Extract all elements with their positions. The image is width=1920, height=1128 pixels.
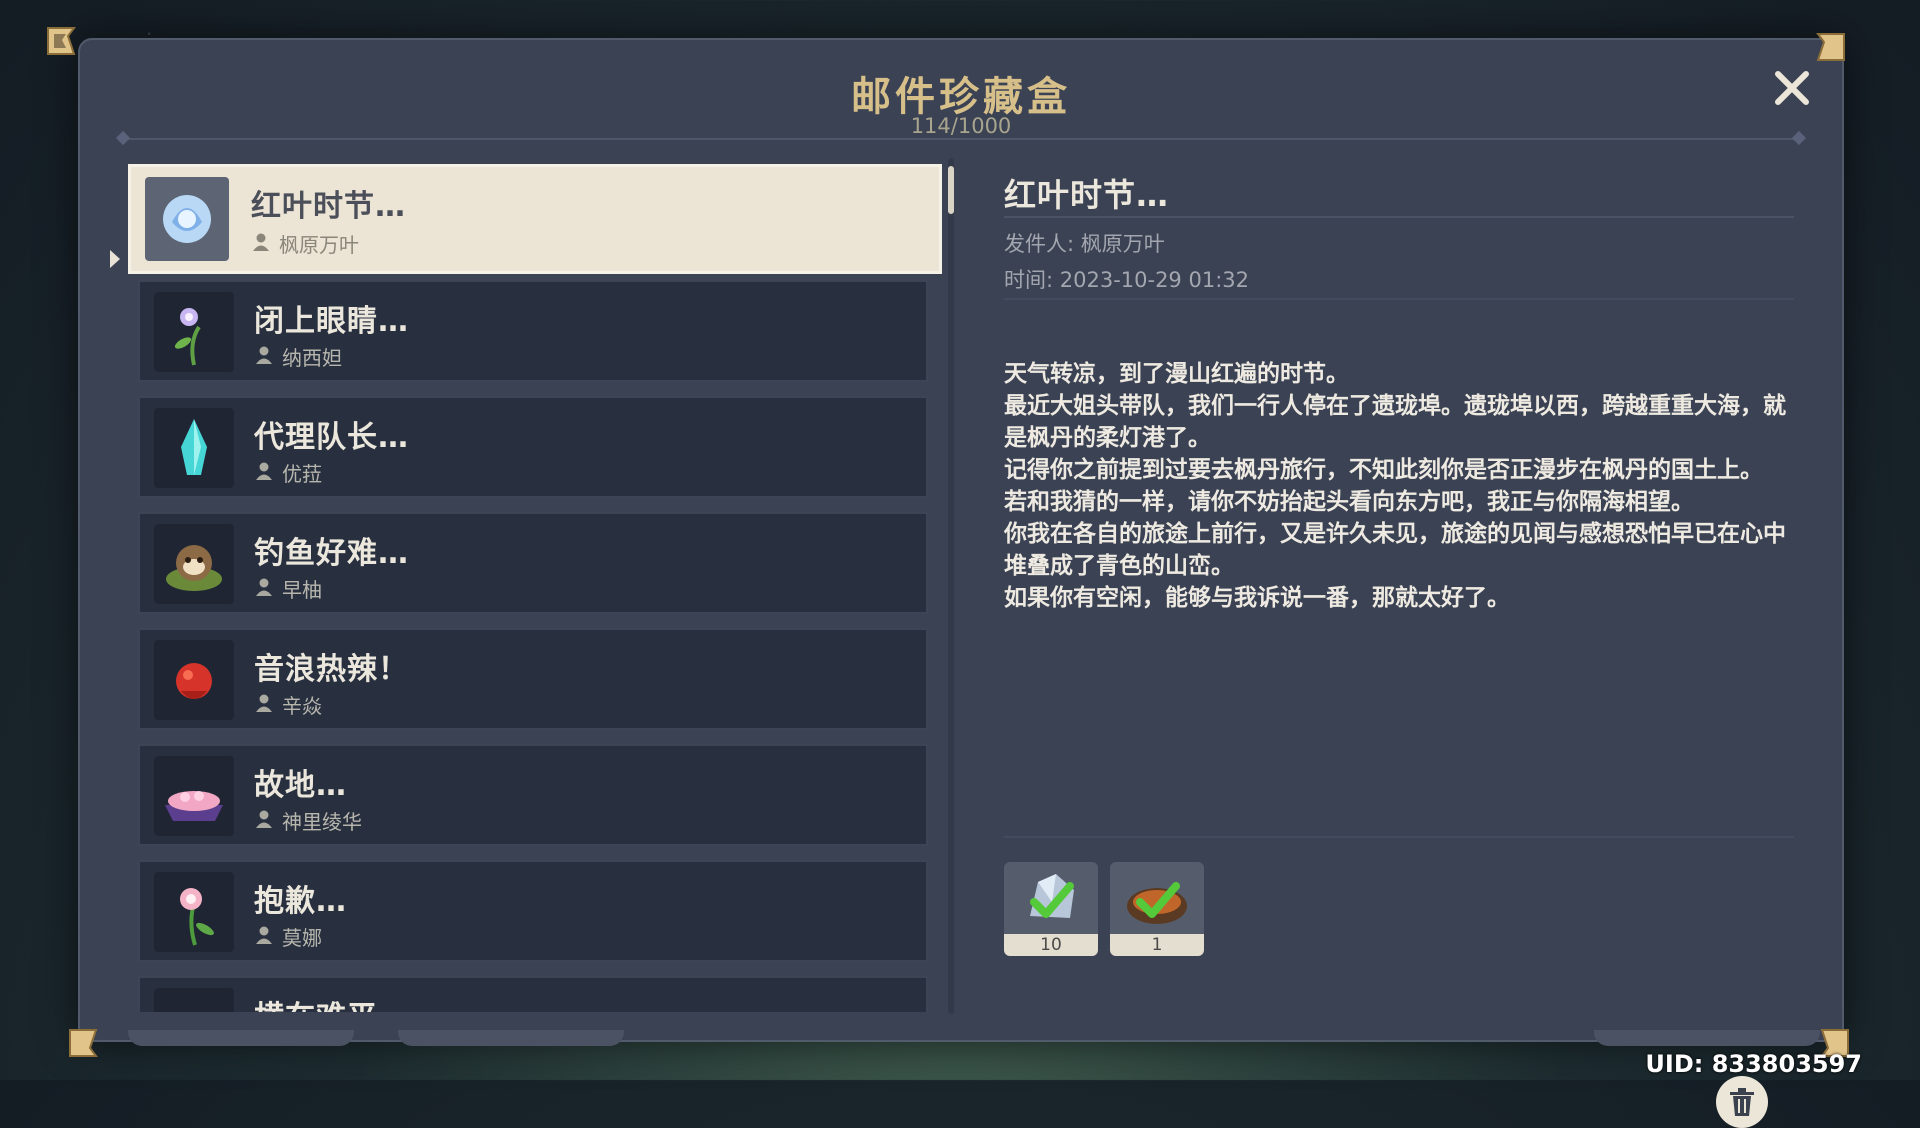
corner-ornament-icon [66, 1026, 100, 1060]
body-paragraph: 若和我猜的一样，请你不妨抬起头看向东方吧，我正与你隔海相望。 [1004, 489, 1694, 515]
mail-collection-modal: 邮件珍藏盒 114/1000 红叶时节… 枫原万叶 闭上眼睛… 纳西妲 代理队长… [47, 27, 1849, 1128]
attachment-item[interactable]: 10 [1004, 862, 1098, 956]
mail-item[interactable]: 音浪热辣！ 辛焱 [138, 628, 928, 730]
mail-sender: 优菈 [282, 462, 322, 486]
mail-detail-panel: 红叶时节… 发件人: 枫原万叶 时间: 2023-10-29 01:32 天气转… [994, 160, 1794, 1128]
corner-ornament-icon [1814, 30, 1848, 64]
person-icon [254, 693, 274, 717]
attachment-qty: 1 [1110, 934, 1204, 956]
partial-item-icon [154, 988, 234, 1012]
title-divider [115, 130, 1807, 146]
mail-sender: 莫娜 [282, 926, 322, 950]
detail-sender: 发件人: 枫原万叶 [1004, 232, 1165, 256]
mail-item[interactable]: 代理队长… 优菈 [138, 396, 928, 498]
mail-list: 红叶时节… 枫原万叶 闭上眼睛… 纳西妲 代理队长… 优菈 钓鱼好难… 早柚 音… [128, 164, 948, 1012]
mail-subject: 红叶时节… [251, 189, 406, 224]
detail-divider [1004, 216, 1794, 218]
delete-button[interactable] [1716, 1076, 1768, 1128]
body-paragraph: 你我在各自的旅途上前行，又是许久未见，旅途的见闻与感想恐怕早已在心中堆叠成了青色… [1004, 521, 1786, 579]
attachment-divider [1004, 836, 1794, 838]
person-icon [254, 577, 274, 601]
corner-ornament-icon [44, 24, 78, 58]
trash-icon [1730, 1088, 1754, 1116]
mail-body: 天气转凉，到了漫山红遍的时节。 最近大姐头带队，我们一行人停在了遗珑埠。遗珑埠以… [1004, 358, 1794, 614]
mail-subject: 横在难平 [254, 992, 378, 1012]
body-paragraph: 天气转凉，到了漫山红遍的时节。 [1004, 361, 1349, 387]
list-scrollbar[interactable] [948, 158, 954, 1014]
mail-item[interactable]: 闭上眼睛… 纳西妲 [138, 280, 928, 382]
ice-crystal-icon [154, 408, 234, 488]
person-icon [254, 345, 274, 369]
crystal-shard-icon [1030, 874, 1074, 918]
mail-subject: 闭上眼睛… [254, 304, 409, 339]
bottom-tab [128, 1030, 354, 1046]
uid-label: UID: 833803597 [1645, 1050, 1862, 1078]
mail-item[interactable]: 故地… 神里绫华 [138, 744, 928, 846]
mail-item[interactable]: 红叶时节… 枫原万叶 [128, 164, 942, 274]
person-icon [254, 809, 274, 833]
mail-sender: 枫原万叶 [279, 233, 359, 257]
mail-sender: 辛焱 [282, 694, 322, 718]
mail-item[interactable]: 抱歉… 莫娜 [138, 860, 928, 962]
grilled-fish-icon [1127, 882, 1187, 924]
mail-sender: 早柚 [282, 578, 322, 602]
body-paragraph: 最近大姐头带队，我们一行人停在了遗珑埠。遗珑埠以西，跨越重重大海，就是枫丹的柔灯… [1004, 393, 1786, 451]
crystal-rose-icon [145, 177, 229, 261]
bottom-tab [1594, 1030, 1820, 1046]
mail-subject: 音浪热辣！ [254, 652, 409, 687]
mail-count: 114/1000 [910, 114, 1012, 138]
red-flower-icon [154, 640, 234, 720]
mail-subject: 抱歉… [254, 884, 347, 919]
close-button[interactable] [1770, 66, 1814, 110]
detail-subject: 红叶时节… [1004, 176, 1170, 214]
mail-sender: 纳西妲 [282, 346, 342, 370]
attachment-item[interactable]: 1 [1110, 862, 1204, 956]
mail-subject: 故地… [254, 768, 347, 803]
person-icon [254, 925, 274, 949]
scroll-thumb[interactable] [948, 166, 954, 214]
attachment-qty: 10 [1004, 934, 1098, 956]
tanuki-icon [154, 524, 234, 604]
mail-sender: 神里绫华 [282, 810, 362, 834]
close-icon [1775, 71, 1809, 105]
body-paragraph: 如果你有空闲，能够与我诉说一番，那就太好了。 [1004, 585, 1510, 611]
flower-basket-icon [154, 756, 234, 836]
bottom-tab [398, 1030, 624, 1046]
person-icon [254, 461, 274, 485]
selection-arrow-icon [110, 250, 120, 268]
mail-subject: 钓鱼好难… [254, 536, 409, 571]
person-icon [251, 232, 271, 256]
mail-item[interactable]: 横在难平 [138, 976, 928, 1012]
pink-flower-icon [154, 872, 234, 952]
body-paragraph: 记得你之前提到过要去枫丹旅行，不知此刻你是否正漫步在枫丹的国土上。 [1004, 457, 1763, 483]
detail-divider [1004, 298, 1794, 300]
mail-item[interactable]: 钓鱼好难… 早柚 [138, 512, 928, 614]
detail-time: 时间: 2023-10-29 01:32 [1004, 268, 1249, 292]
flower-icon [154, 292, 234, 372]
mail-subject: 代理队长… [254, 420, 409, 455]
